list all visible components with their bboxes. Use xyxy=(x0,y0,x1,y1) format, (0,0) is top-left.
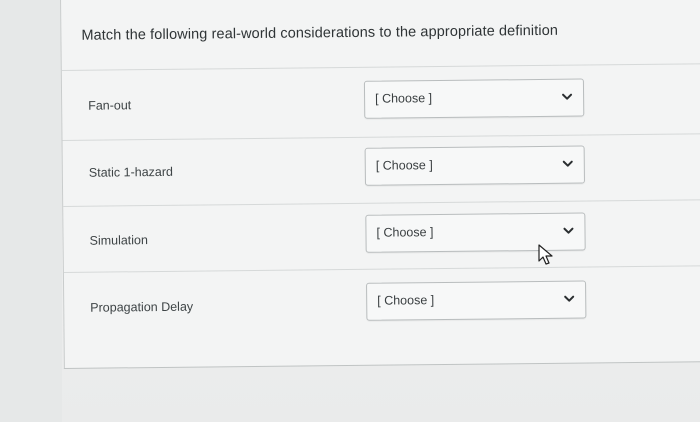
select-value: [ Choose ] xyxy=(377,293,435,308)
chevron-down-icon xyxy=(562,93,573,100)
select-value: [ Choose ] xyxy=(375,158,433,173)
divider xyxy=(62,133,700,141)
chevron-down-icon xyxy=(563,227,574,234)
select-value: [ Choose ] xyxy=(376,225,434,240)
term-label-static-1-hazard: Static 1-hazard xyxy=(88,164,173,180)
match-select-fan-out[interactable]: [ Choose ] xyxy=(363,78,585,119)
chevron-down-icon xyxy=(564,295,575,302)
divider xyxy=(63,199,700,207)
question-text: Match the following real-world considera… xyxy=(81,22,559,44)
term-label-simulation: Simulation xyxy=(89,233,149,248)
term-label-fan-out: Fan-out xyxy=(88,98,132,113)
mouse-pointer-icon xyxy=(538,244,553,265)
match-select-static-1-hazard[interactable]: [ Choose ] xyxy=(364,145,585,186)
divider xyxy=(61,63,700,71)
left-margin xyxy=(0,0,62,422)
chevron-down-icon xyxy=(562,160,573,167)
question-card: Match the following real-world considera… xyxy=(60,0,700,369)
match-select-propagation-delay[interactable]: [ Choose ] xyxy=(366,280,587,321)
select-value: [ Choose ] xyxy=(375,91,433,106)
divider xyxy=(63,265,700,273)
term-label-propagation-delay: Propagation Delay xyxy=(90,299,194,315)
